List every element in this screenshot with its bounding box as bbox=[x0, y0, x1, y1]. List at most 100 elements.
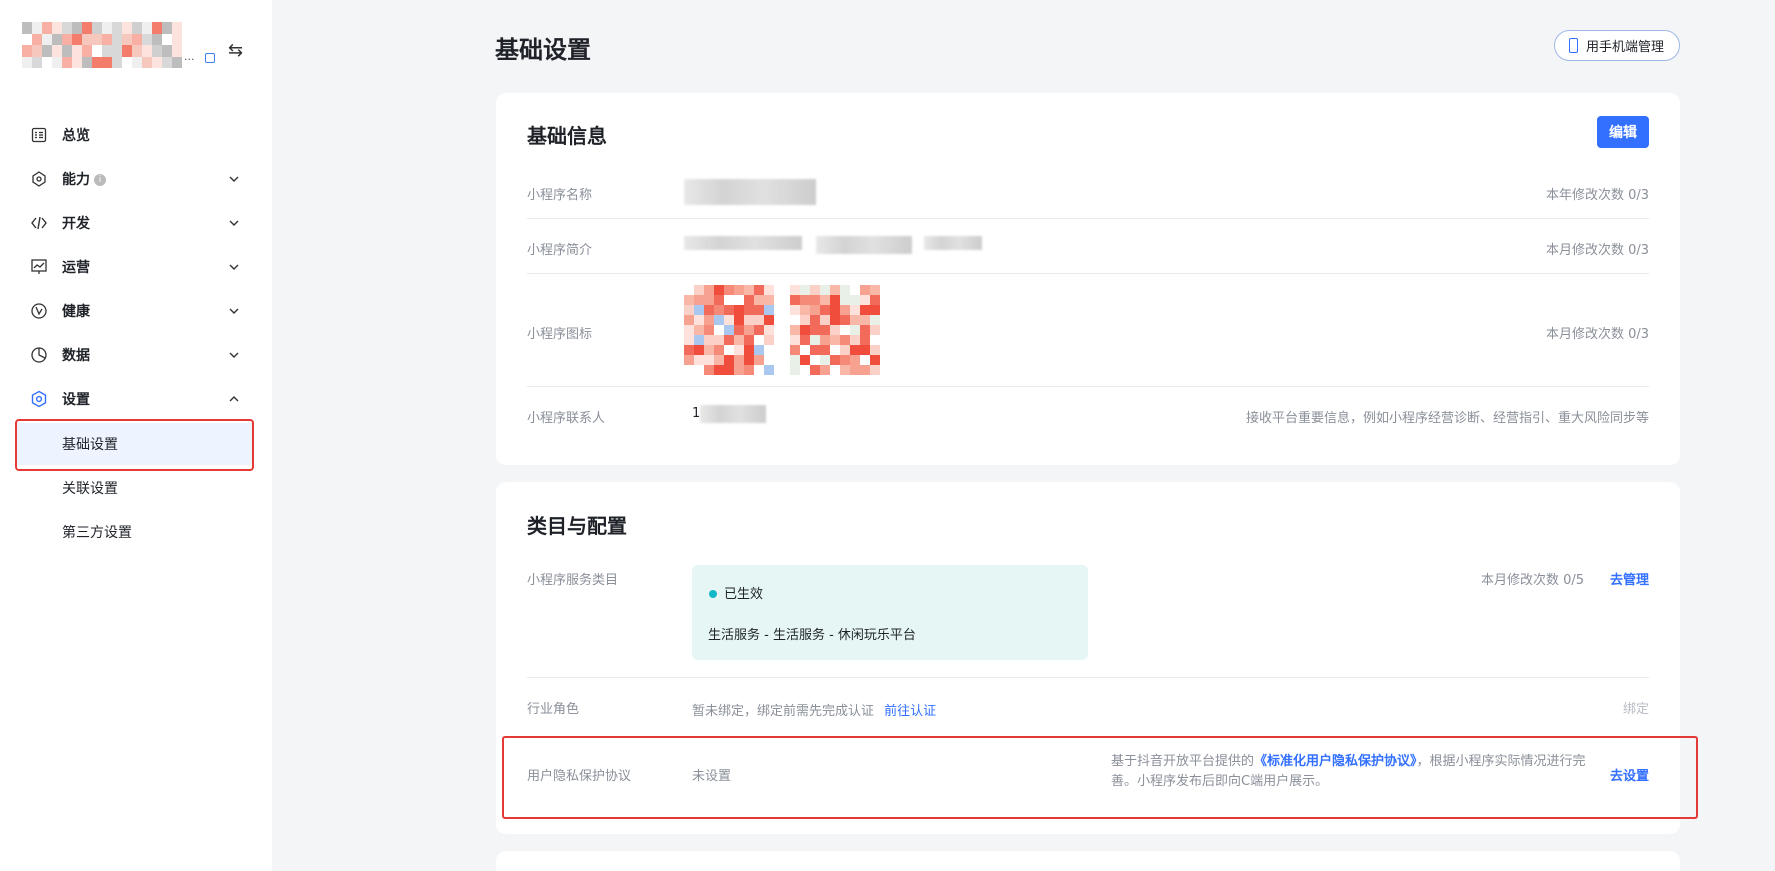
nav-label: 能力 i bbox=[62, 169, 106, 189]
mosaic-cell bbox=[790, 355, 800, 365]
nav-label: 总览 bbox=[62, 128, 90, 144]
mosaic-cell bbox=[860, 335, 870, 345]
mosaic-cell bbox=[22, 56, 32, 68]
mosaic-cell bbox=[152, 33, 162, 45]
edit-button[interactable]: 编辑 bbox=[1597, 116, 1649, 148]
mosaic-cell bbox=[820, 335, 830, 345]
mosaic-cell bbox=[122, 22, 132, 34]
mosaic-cell bbox=[684, 355, 694, 365]
phone-icon bbox=[1569, 38, 1578, 53]
go-verify-link[interactable]: 前往认证 bbox=[884, 704, 936, 719]
nav-health[interactable]: 健康 bbox=[0, 291, 272, 331]
mosaic-cell bbox=[734, 325, 744, 335]
mosaic-cell bbox=[840, 325, 850, 335]
mosaic-cell bbox=[800, 285, 810, 295]
mosaic-cell bbox=[754, 295, 764, 305]
mosaic-cell bbox=[800, 355, 810, 365]
divider bbox=[527, 677, 1649, 678]
subnav-link-settings[interactable]: 关联设置 bbox=[16, 467, 254, 509]
mosaic-cell bbox=[734, 335, 744, 345]
privacy-desc: 基于抖音开放平台提供的《标准化用户隐私保护协议》，根据小程序实际情况进行完善。小… bbox=[1111, 752, 1591, 792]
switch-app-icon[interactable]: ⇆ bbox=[228, 40, 243, 61]
mosaic-cell bbox=[724, 295, 734, 305]
mosaic-cell bbox=[800, 335, 810, 345]
mosaic-cell bbox=[820, 345, 830, 355]
subnav-third-party-settings[interactable]: 第三方设置 bbox=[16, 511, 254, 553]
nav-label: 设置 bbox=[62, 392, 90, 408]
mosaic-cell bbox=[92, 56, 102, 68]
mosaic-cell bbox=[744, 295, 754, 305]
copy-icon[interactable] bbox=[205, 53, 215, 63]
mosaic-cell bbox=[152, 56, 162, 68]
mosaic-cell bbox=[72, 33, 82, 45]
mosaic-cell bbox=[840, 335, 850, 345]
mosaic-cell bbox=[754, 315, 764, 325]
mosaic-cell bbox=[764, 365, 774, 375]
nav-ability[interactable]: 能力 i bbox=[0, 159, 272, 199]
mosaic-cell bbox=[734, 295, 744, 305]
nav-overview[interactable]: 总览 bbox=[0, 115, 272, 155]
mosaic-cell bbox=[162, 22, 172, 34]
mosaic-cell bbox=[830, 355, 840, 365]
nav-settings[interactable]: 设置 bbox=[0, 379, 272, 419]
mosaic-cell bbox=[684, 365, 694, 375]
chevron-down-icon bbox=[229, 264, 239, 270]
mosaic-cell bbox=[790, 325, 800, 335]
mosaic-cell bbox=[172, 56, 182, 68]
blurred-intro-value bbox=[684, 236, 802, 250]
mosaic-cell bbox=[704, 325, 714, 335]
role-status-text: 暂未绑定，绑定前需先完成认证 bbox=[692, 704, 875, 719]
mosaic-cell bbox=[92, 22, 102, 34]
mosaic-cell bbox=[810, 305, 820, 315]
privacy-desc-prefix: 基于抖音开放平台提供的 bbox=[1111, 754, 1255, 769]
mosaic-cell bbox=[820, 325, 830, 335]
mosaic-cell bbox=[870, 305, 880, 315]
mobile-manage-button[interactable]: 用手机端管理 bbox=[1554, 30, 1680, 61]
mosaic-cell bbox=[704, 345, 714, 355]
bind-action-disabled: 绑定 bbox=[1622, 702, 1649, 717]
mosaic-cell bbox=[132, 22, 142, 34]
mosaic-cell bbox=[754, 335, 764, 345]
mosaic-cell bbox=[744, 355, 754, 365]
mosaic-cell bbox=[830, 305, 840, 315]
manage-category-link[interactable]: 去管理 bbox=[1610, 569, 1649, 588]
mosaic-cell bbox=[870, 335, 880, 345]
mosaic-cell bbox=[694, 355, 704, 365]
nav-data[interactable]: 数据 bbox=[0, 335, 272, 375]
nav-operation[interactable]: 运营 bbox=[0, 247, 272, 287]
mosaic-cell bbox=[820, 355, 830, 365]
mosaic-cell bbox=[714, 295, 724, 305]
mosaic-cell bbox=[734, 345, 744, 355]
ability-icon bbox=[30, 170, 48, 188]
sidebar: ... ⇆ 总览 能力 i 开发 运营 健康 数据 设置 基础设置 关联设置 第… bbox=[0, 0, 272, 871]
mosaic-cell bbox=[764, 335, 774, 345]
mosaic-cell bbox=[860, 315, 870, 325]
subnav-label: 第三方设置 bbox=[62, 525, 132, 541]
mosaic-cell bbox=[810, 365, 820, 375]
mosaic-cell bbox=[684, 345, 694, 355]
mosaic-cell bbox=[790, 335, 800, 345]
set-privacy-link[interactable]: 去设置 bbox=[1610, 765, 1649, 784]
privacy-agreement-link[interactable]: 《标准化用户隐私保护协议》 bbox=[1254, 754, 1417, 769]
mosaic-cell bbox=[172, 33, 182, 45]
mosaic-cell bbox=[724, 355, 734, 365]
mosaic-cell bbox=[734, 285, 744, 295]
mosaic-cell bbox=[870, 315, 880, 325]
mosaic-cell bbox=[870, 295, 880, 305]
mosaic-cell bbox=[724, 315, 734, 325]
mosaic-cell bbox=[810, 345, 820, 355]
mosaic-cell bbox=[22, 33, 32, 45]
mosaic-cell bbox=[714, 365, 724, 375]
mosaic-cell bbox=[830, 325, 840, 335]
mosaic-cell bbox=[764, 345, 774, 355]
mosaic-cell bbox=[734, 365, 744, 375]
mosaic-cell bbox=[800, 365, 810, 375]
info-icon[interactable]: i bbox=[94, 174, 106, 186]
mosaic-cell bbox=[52, 22, 62, 34]
row-label-icon: 小程序图标 bbox=[527, 327, 593, 342]
subnav-basic-settings[interactable]: 基础设置 bbox=[16, 423, 254, 465]
mosaic-cell bbox=[840, 305, 850, 315]
mosaic-cell bbox=[820, 305, 830, 315]
mosaic-cell bbox=[714, 345, 724, 355]
nav-develop[interactable]: 开发 bbox=[0, 203, 272, 243]
